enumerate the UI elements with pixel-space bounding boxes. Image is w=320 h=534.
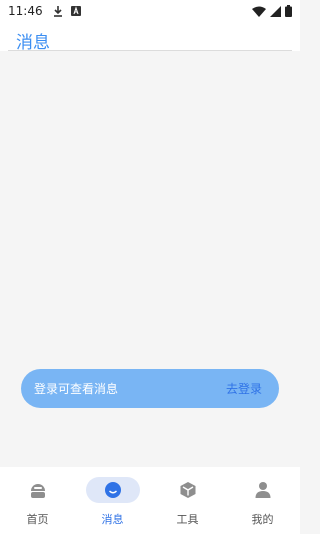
go-login-link[interactable]: 去登录 bbox=[226, 380, 262, 397]
tab-messages-icon-wrap bbox=[85, 477, 140, 503]
header: 消息 bbox=[0, 22, 300, 53]
bottom-tab-bar: 首页 消息 工具 我的 bbox=[0, 467, 300, 534]
a-badge-icon bbox=[70, 6, 81, 16]
profile-icon bbox=[255, 482, 270, 498]
login-prompt-text: 登录可查看消息 bbox=[34, 382, 119, 396]
signal-icon bbox=[270, 5, 281, 17]
tab-home[interactable]: 首页 bbox=[0, 467, 75, 534]
login-prompt-toast: 登录可查看消息 去登录 bbox=[21, 369, 279, 408]
status-time: 11:46 bbox=[8, 4, 43, 18]
tab-home-icon-wrap bbox=[11, 477, 65, 503]
battery-icon bbox=[285, 5, 292, 17]
download-icon bbox=[53, 6, 62, 17]
tools-cube-icon bbox=[180, 482, 195, 498]
home-icon bbox=[30, 484, 45, 498]
status-icons-left bbox=[53, 5, 81, 17]
tab-messages-label: 消息 bbox=[101, 513, 124, 526]
tab-messages[interactable]: 消息 bbox=[75, 467, 150, 534]
tab-home-label: 首页 bbox=[26, 513, 49, 526]
tab-tools-label: 工具 bbox=[176, 513, 199, 526]
status-icons-right bbox=[252, 5, 292, 17]
tab-tools[interactable]: 工具 bbox=[150, 467, 225, 534]
tab-profile-icon-wrap bbox=[236, 477, 290, 503]
tab-profile-label: 我的 bbox=[251, 513, 274, 526]
tab-profile[interactable]: 我的 bbox=[225, 467, 300, 534]
wifi-icon bbox=[252, 6, 266, 17]
status-bar: 11:46 bbox=[0, 0, 300, 22]
message-icon bbox=[104, 482, 121, 498]
tab-tools-icon-wrap bbox=[161, 477, 215, 503]
